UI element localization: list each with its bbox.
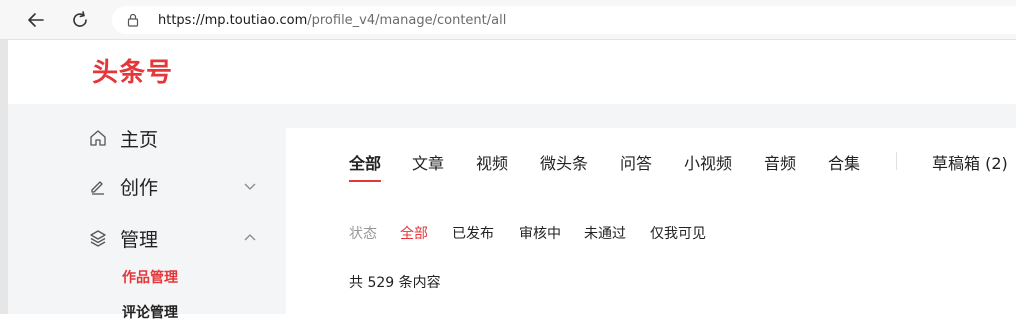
reload-button[interactable] xyxy=(68,8,92,32)
filter-all[interactable]: 全部 xyxy=(400,223,428,243)
sidebar-subitem-works[interactable]: 作品管理 xyxy=(122,267,178,287)
sidebar-item-label: 主页 xyxy=(120,128,159,151)
lock-icon xyxy=(126,13,140,27)
tab-article[interactable]: 文章 xyxy=(412,150,444,174)
edit-icon xyxy=(88,176,108,196)
sidebar-item-label: 创作 xyxy=(120,176,159,199)
sidebar: 主页 创作 管理 作品管理 评论管理 xyxy=(8,104,280,321)
sidebar-item-create[interactable]: 创作 xyxy=(88,171,258,201)
browser-toolbar: https://mp.toutiao.com /profile_v4/manag… xyxy=(0,0,1016,40)
tab-drafts[interactable]: 草稿箱 (2) xyxy=(932,150,1008,174)
filter-private[interactable]: 仅我可见 xyxy=(650,223,706,243)
content-count: 共 529 条内容 xyxy=(349,275,441,291)
app-header: 头条号 xyxy=(8,40,1016,104)
filter-published[interactable]: 已发布 xyxy=(452,223,494,243)
filter-rejected[interactable]: 未通过 xyxy=(584,223,626,243)
tab-divider xyxy=(896,152,897,170)
tab-qa[interactable]: 问答 xyxy=(620,150,652,174)
back-button[interactable] xyxy=(24,8,48,32)
active-tab-indicator xyxy=(349,180,381,182)
reload-icon xyxy=(73,11,87,27)
url-host: https://mp.toutiao.com xyxy=(158,12,308,28)
tab-collection[interactable]: 合集 xyxy=(828,150,860,174)
chevron-up-icon[interactable] xyxy=(242,230,258,246)
tab-short-video[interactable]: 小视频 xyxy=(684,150,732,174)
layers-icon xyxy=(88,228,108,248)
sidebar-item-label: 管理 xyxy=(120,228,159,251)
sidebar-item-manage[interactable]: 管理 xyxy=(88,223,258,253)
tab-video[interactable]: 视频 xyxy=(476,150,508,174)
chevron-down-icon[interactable] xyxy=(242,178,258,194)
tab-microheadline[interactable]: 微头条 xyxy=(540,150,588,174)
logo[interactable]: 头条号 xyxy=(92,52,173,89)
window-edge xyxy=(0,40,8,314)
tab-all[interactable]: 全部 xyxy=(349,150,381,174)
arrow-left-icon xyxy=(28,13,44,27)
content-panel: 全部 文章 视频 微头条 问答 小视频 音频 合集 草稿箱 (2) 状态 全部 … xyxy=(286,128,1016,314)
home-icon xyxy=(88,128,108,148)
filter-label: 状态 xyxy=(349,226,377,242)
sidebar-item-home[interactable]: 主页 xyxy=(88,123,258,153)
filter-reviewing[interactable]: 审核中 xyxy=(519,223,561,243)
address-bar[interactable]: https://mp.toutiao.com /profile_v4/manag… xyxy=(112,6,1016,34)
tab-audio[interactable]: 音频 xyxy=(764,150,796,174)
url-path: /profile_v4/manage/content/all xyxy=(307,12,507,28)
sidebar-subitem-comments[interactable]: 评论管理 xyxy=(122,302,178,322)
